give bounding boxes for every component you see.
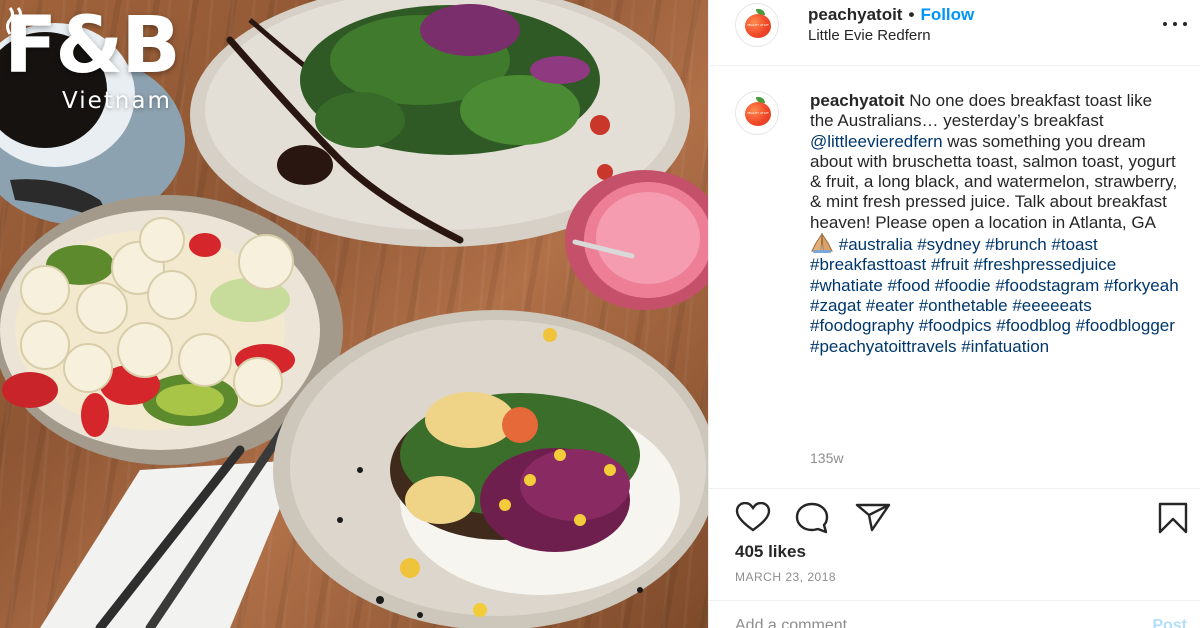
separator-dot: • xyxy=(908,5,915,24)
hashtag-link[interactable]: #foodography xyxy=(810,316,914,335)
hashtag-link[interactable]: #foodpics xyxy=(919,316,992,335)
hashtag-link[interactable]: #foodblog xyxy=(996,316,1071,335)
hashtag-link[interactable]: #onthetable xyxy=(919,296,1008,315)
hashtag-link[interactable]: #eeeeeats xyxy=(1012,296,1091,315)
post-comment-button[interactable]: Post xyxy=(1152,617,1187,628)
post-photo[interactable]: F&B Vietnam xyxy=(0,0,708,628)
username-link[interactable]: peachyatoit xyxy=(808,5,902,24)
time-ago[interactable]: 135w xyxy=(810,450,843,466)
hashtag-link[interactable]: #toast xyxy=(1051,235,1097,254)
caption-avatar[interactable]: PEACHY ATOIT xyxy=(735,91,779,135)
folded-hands-icon xyxy=(811,233,833,254)
hashtag-link[interactable]: #eater xyxy=(866,296,914,315)
caption-mention-link[interactable]: @littleevieredfern xyxy=(810,132,943,151)
post-side-panel: PEACHY ATOIT peachyatoit • Follow Little E… xyxy=(708,0,1200,628)
likes-count[interactable]: 405 likes xyxy=(735,542,806,562)
hashtag-link[interactable]: #foodstagram xyxy=(995,276,1099,295)
post-header: PEACHY ATOIT peachyatoit • Follow Little E… xyxy=(709,0,1200,66)
follow-button[interactable]: Follow xyxy=(920,5,974,24)
comment-icon[interactable] xyxy=(795,502,831,534)
hashtag-link[interactable]: #freshpressedjuice xyxy=(974,255,1117,274)
brand-mark: F&B xyxy=(4,1,181,91)
hashtag-link[interactable]: #foodie xyxy=(935,276,991,295)
bookmark-icon[interactable] xyxy=(1157,502,1189,534)
hashtag-list: #australia #sydney #brunch #toast #break… xyxy=(810,235,1179,355)
hashtag-link[interactable]: #infatuation xyxy=(961,337,1049,356)
post-date[interactable]: MARCH 23, 2018 xyxy=(735,570,836,584)
header-user-line: peachyatoit • Follow xyxy=(808,5,974,25)
hashtag-link[interactable]: #fruit xyxy=(931,255,969,274)
more-options-icon[interactable] xyxy=(1163,14,1187,34)
brand-logo: F&B Vietnam xyxy=(4,1,181,114)
heart-icon[interactable] xyxy=(735,502,771,532)
avatar-text: PEACHY ATOIT xyxy=(747,23,769,27)
hashtag-link[interactable]: #whatiate xyxy=(810,276,883,295)
hashtag-link[interactable]: #breakfasttoast xyxy=(810,255,926,274)
hashtag-link[interactable]: #zagat xyxy=(810,296,861,315)
caption-section: PEACHY ATOIT peachyatoit No one does bre… xyxy=(709,67,1200,489)
hashtag-link[interactable]: #food xyxy=(888,276,931,295)
hashtag-link[interactable]: #brunch xyxy=(985,235,1046,254)
comment-bar: Post xyxy=(709,600,1200,628)
send-icon[interactable] xyxy=(855,502,891,532)
hashtag-link[interactable]: #foodblogger xyxy=(1076,316,1175,335)
hashtag-link[interactable]: #sydney xyxy=(917,235,980,254)
caption-username[interactable]: peachyatoit xyxy=(810,91,904,110)
comment-input[interactable] xyxy=(735,617,1095,628)
hashtag-link[interactable]: #peachyatoittravels xyxy=(810,337,956,356)
brand-subtitle: Vietnam xyxy=(62,88,172,114)
location-link[interactable]: Little Evie Redfern xyxy=(808,27,931,44)
hashtag-link[interactable]: #australia xyxy=(839,235,913,254)
hashtag-link[interactable]: #forkyeah xyxy=(1104,276,1179,295)
avatar[interactable]: PEACHY ATOIT xyxy=(735,3,779,47)
caption-text: peachyatoit No one does breakfast toast … xyxy=(810,91,1180,357)
avatar-text: PEACHY ATOIT xyxy=(747,111,769,115)
action-bar xyxy=(709,490,1200,540)
steam-icon xyxy=(6,7,22,35)
